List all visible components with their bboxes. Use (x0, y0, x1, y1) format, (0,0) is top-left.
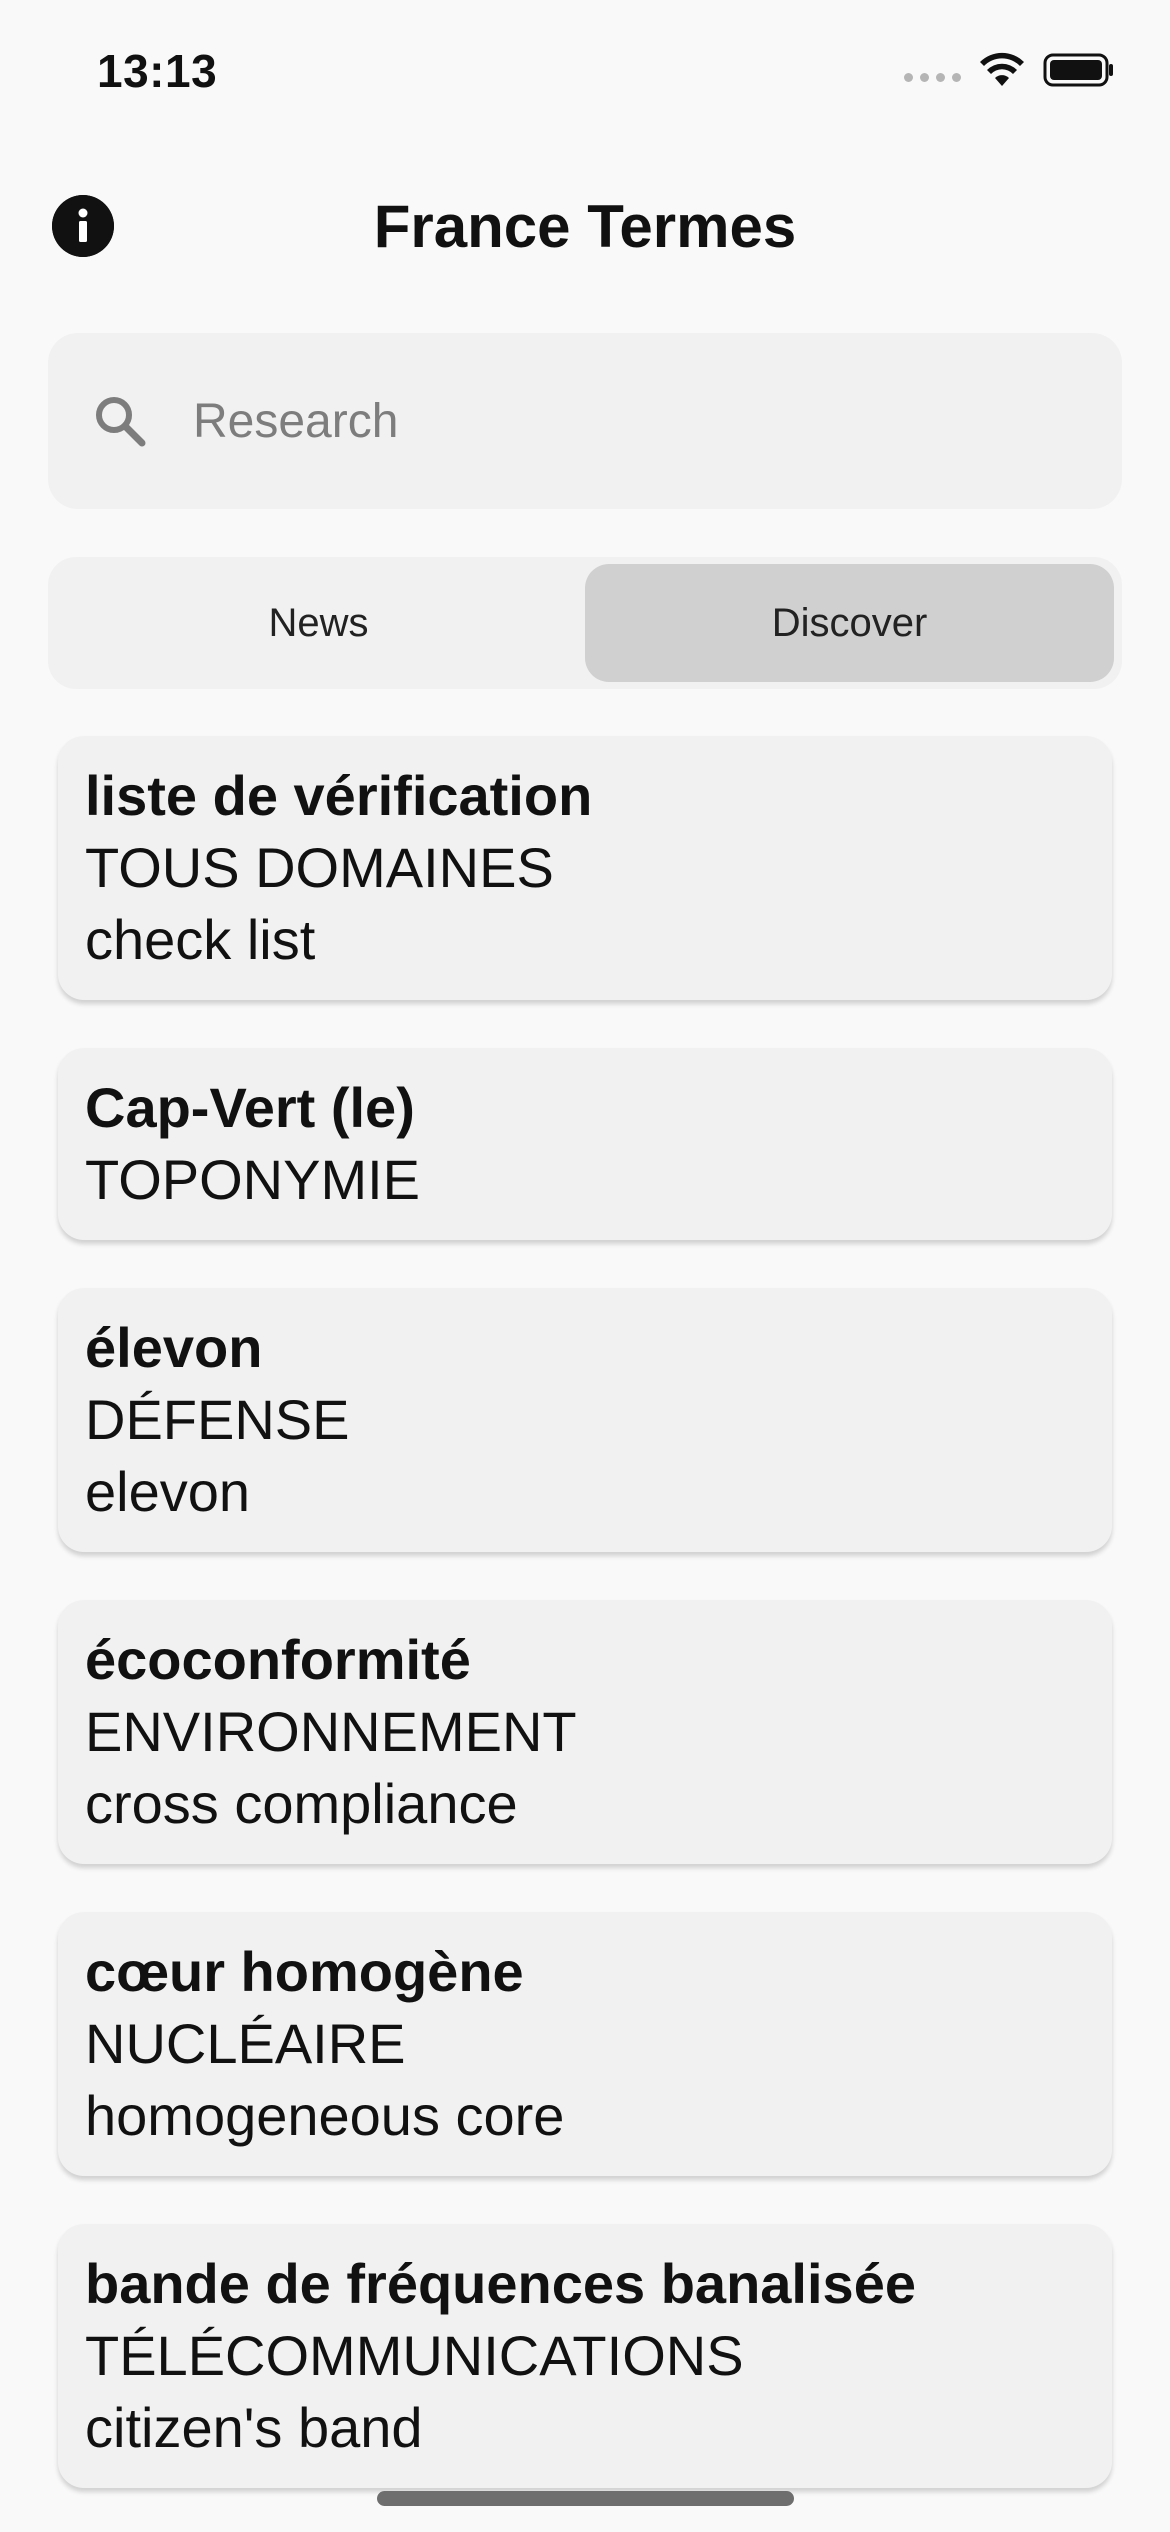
term-translation: elevon (85, 1460, 251, 1523)
term-translation: homogeneous core (85, 2084, 565, 2147)
term-domain: DÉFENSE (85, 1388, 350, 1451)
term-card[interactable]: Cap-Vert (le) TOPONYMIE (58, 1048, 1112, 1240)
navigation-header: France Termes (0, 180, 1170, 270)
term-name: bande de fréquences banalisée (85, 2252, 916, 2315)
status-time: 13:13 (97, 45, 218, 97)
term-name: liste de vérification (85, 764, 593, 827)
term-card[interactable]: cœur homogène NUCLÉAIRE homogeneous core (58, 1912, 1112, 2176)
term-domain: TOUS DOMAINES (85, 836, 554, 899)
term-domain: TÉLÉCOMMUNICATIONS (85, 2324, 744, 2387)
search-bar[interactable] (48, 333, 1122, 509)
status-bar: 13:13 (0, 0, 1170, 150)
term-card[interactable]: liste de vérification TOUS DOMAINES chec… (58, 736, 1112, 1000)
search-input[interactable] (193, 381, 1073, 461)
term-name: cœur homogène (85, 1940, 524, 2003)
page-title: France Termes (373, 193, 797, 260)
term-name: écoconformité (85, 1628, 471, 1691)
wifi-icon (980, 52, 1024, 86)
tab-news[interactable]: News (54, 564, 583, 682)
home-indicator[interactable] (377, 2491, 794, 2506)
term-name: élevon (85, 1316, 263, 1379)
cellular-signal-icon (904, 72, 961, 82)
app-screen: 13:13 France Termes Research News Discov… (0, 0, 1170, 2532)
term-translation: citizen's band (85, 2396, 423, 2459)
tab-discover[interactable]: Discover (585, 564, 1114, 682)
tab-segmented-control: News Discover (48, 557, 1122, 689)
term-translation: cross compliance (85, 1772, 518, 1835)
term-name: Cap-Vert (le) (85, 1076, 415, 1139)
term-domain: TOPONYMIE (85, 1148, 421, 1211)
term-translation: check list (85, 908, 316, 971)
term-card[interactable]: écoconformité ENVIRONNEMENT cross compli… (58, 1600, 1112, 1864)
search-icon (96, 397, 146, 447)
term-domain: NUCLÉAIRE (85, 2012, 406, 2075)
term-card[interactable]: bande de fréquences banalisée TÉLÉCOMMUN… (58, 2224, 1112, 2488)
status-icons (904, 52, 1115, 88)
term-card[interactable]: élevon DÉFENSE elevon (58, 1288, 1112, 1552)
term-domain: ENVIRONNEMENT (85, 1700, 577, 1763)
battery-icon (1043, 53, 1113, 87)
